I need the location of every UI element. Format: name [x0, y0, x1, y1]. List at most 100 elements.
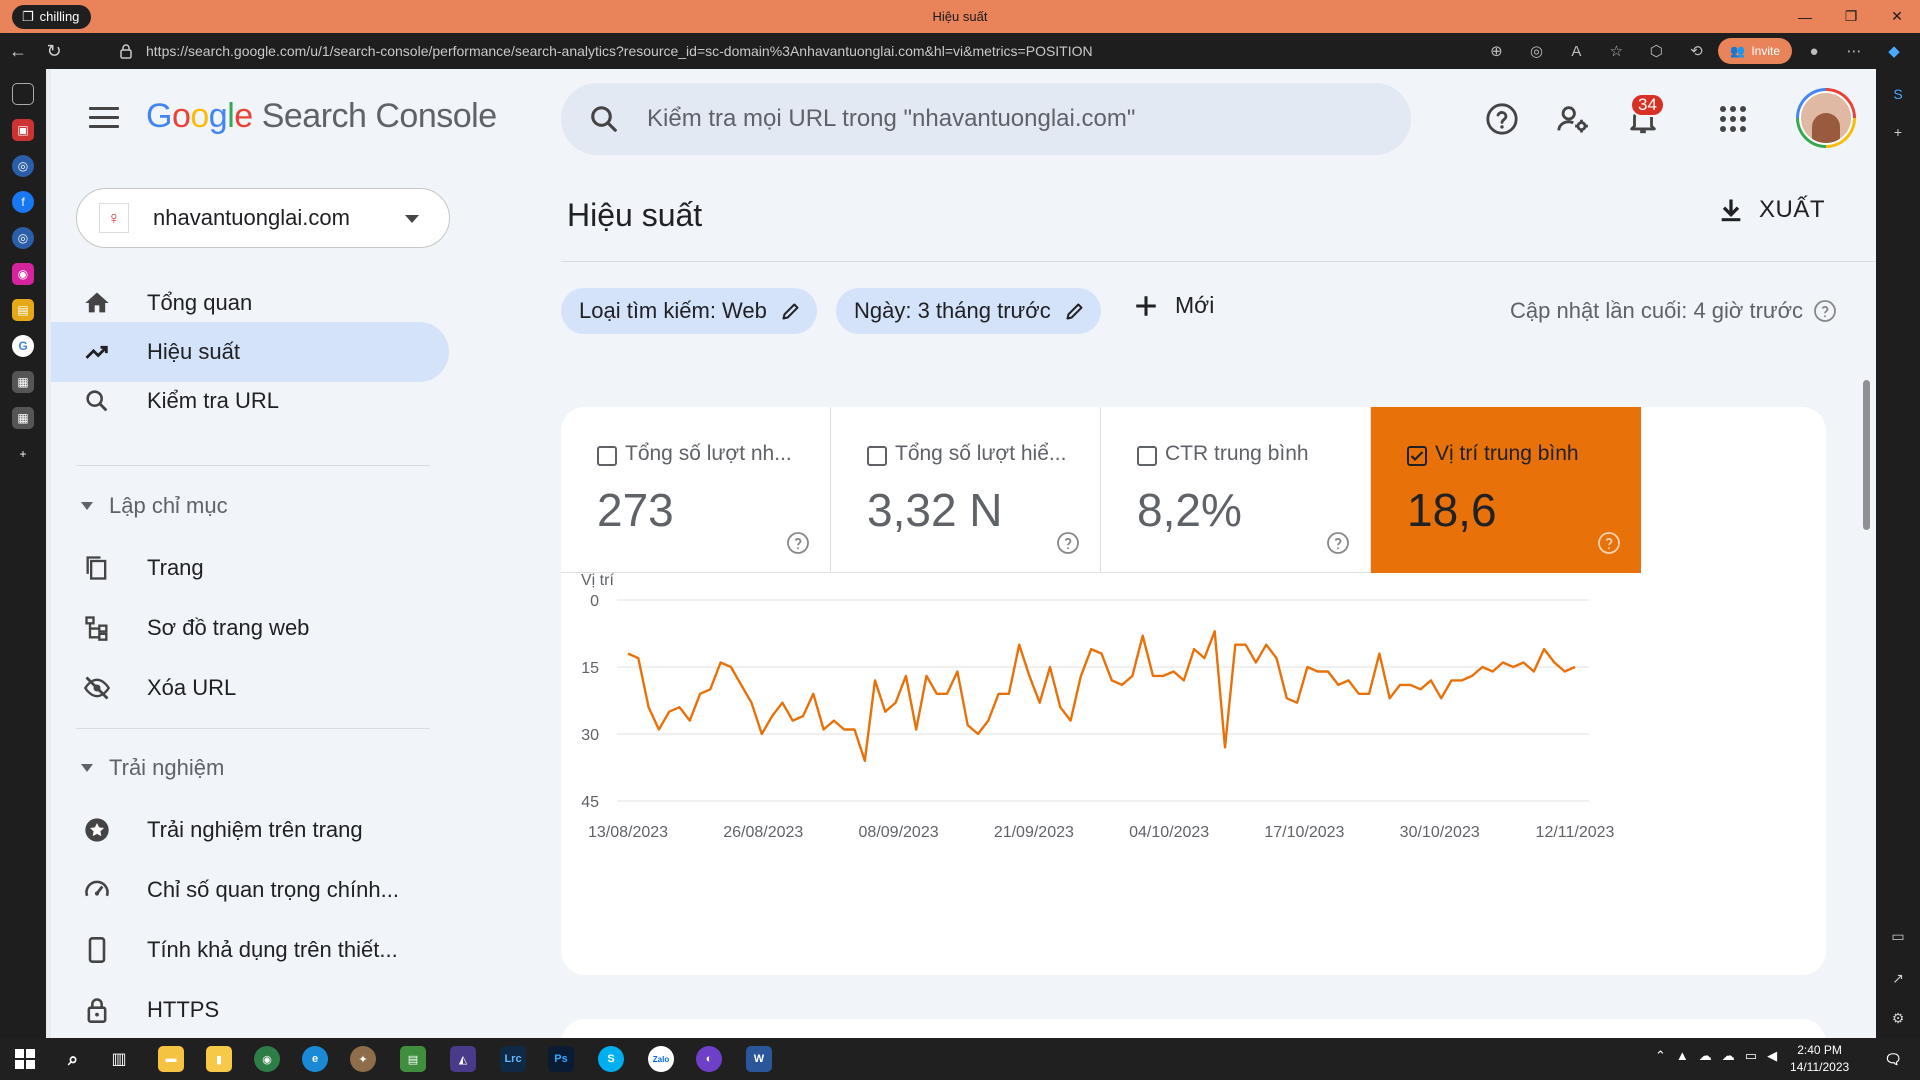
add-tab-icon[interactable]: + — [12, 443, 34, 465]
zalo-icon[interactable]: Zalo — [648, 1046, 674, 1072]
more-icon[interactable]: ⋯ — [1836, 33, 1872, 69]
sidebar-section-indexing[interactable]: Lập chỉ mục — [81, 493, 228, 519]
history-icon[interactable]: ⟲ — [1678, 33, 1714, 69]
sticky-notes-icon[interactable]: ▮ — [206, 1046, 232, 1072]
app-icon[interactable]: ✦ — [350, 1046, 376, 1072]
help-icon[interactable] — [1482, 99, 1522, 139]
chevron-up-icon[interactable]: ⌃ — [1655, 1048, 1666, 1064]
sidebar-item-https[interactable]: HTTPS — [51, 980, 449, 1038]
filter-chip-search-type[interactable]: Loại tìm kiếm: Web — [561, 288, 817, 334]
checkbox[interactable] — [867, 446, 887, 466]
google-icon[interactable]: G — [12, 335, 34, 357]
restore-icon[interactable]: ❐ — [1828, 0, 1874, 33]
extensions-icon[interactable]: ⬡ — [1638, 33, 1674, 69]
help-icon[interactable] — [1597, 531, 1621, 555]
checkbox[interactable] — [1137, 446, 1157, 466]
metric-average-position[interactable]: Vị trí trung bình 18,6 — [1371, 407, 1641, 573]
minimize-icon[interactable]: — — [1782, 0, 1828, 33]
read-aloud-icon[interactable]: A — [1558, 33, 1594, 69]
file-explorer-icon[interactable]: ▬ — [158, 1046, 184, 1072]
refresh-icon[interactable]: ↻ — [36, 33, 72, 69]
filter-chip-date[interactable]: Ngày: 3 tháng trước — [836, 288, 1101, 334]
profile-button[interactable]: ❐ chilling — [12, 4, 92, 29]
open-external-icon[interactable]: ↗ — [1887, 967, 1909, 989]
notification-center-icon[interactable]: 🗨 — [1880, 1046, 1906, 1072]
checkbox[interactable] — [597, 446, 617, 466]
sidebar-item-page-experience[interactable]: Trải nghiệm trên trang — [51, 800, 449, 860]
help-icon[interactable] — [1326, 531, 1350, 555]
sidebar-item-core-web-vitals[interactable]: Chỉ số quan trọng chính... — [51, 860, 449, 920]
app-icon[interactable]: ◭ — [450, 1046, 476, 1072]
cloud-icon[interactable]: ☁ — [1699, 1048, 1712, 1064]
profile-avatar-icon[interactable]: ● — [1796, 33, 1832, 69]
add-icon[interactable]: + — [1887, 121, 1909, 143]
skype-icon[interactable]: S — [1887, 83, 1909, 105]
sidebar-item-url-inspection[interactable]: Kiểm tra URL — [51, 371, 449, 431]
checkbox-checked-icon[interactable] — [1407, 446, 1427, 466]
network-icon[interactable]: ▭ — [1745, 1048, 1757, 1064]
sidebar-item-pages[interactable]: Trang — [51, 538, 449, 598]
word-icon[interactable]: W — [746, 1046, 772, 1072]
edge-profile-icon[interactable]: ◉ — [254, 1046, 280, 1072]
phone-icon — [88, 937, 106, 963]
tab-actions-icon[interactable] — [12, 83, 34, 105]
page-scrollbar[interactable] — [1861, 364, 1871, 1024]
drive-icon[interactable]: ▲ — [1676, 1048, 1689, 1064]
settings-icon[interactable]: ⚙ — [1887, 1007, 1909, 1029]
search-console-logo[interactable]: Google Search Console — [146, 97, 497, 136]
lightroom-icon[interactable]: Lrc — [500, 1046, 526, 1072]
back-icon[interactable]: ← — [0, 33, 36, 69]
pinned-tab-icon[interactable]: ▦ — [12, 407, 34, 429]
property-selector[interactable]: ♀ nhavantuonglai.com — [76, 188, 450, 248]
help-icon[interactable] — [786, 531, 810, 555]
gauge-icon — [85, 880, 109, 897]
pinned-tab-icon[interactable]: ▤ — [12, 299, 34, 321]
windows-start-icon[interactable] — [12, 1046, 38, 1072]
cloud-icon[interactable]: ☁ — [1722, 1048, 1735, 1064]
scrollbar-thumb[interactable] — [1863, 380, 1870, 530]
help-icon[interactable] — [1056, 531, 1080, 555]
invite-button[interactable]: 👥 Invite — [1718, 38, 1792, 64]
user-settings-icon[interactable] — [1553, 99, 1593, 139]
export-button[interactable]: XUẤT — [1717, 195, 1825, 225]
notepad-icon[interactable]: ▤ — [400, 1046, 426, 1072]
pinned-tab-icon[interactable]: ▣ — [12, 119, 34, 141]
search-icon[interactable]: ⌕ — [60, 1046, 86, 1072]
github-icon[interactable]: ◐ — [696, 1046, 722, 1072]
metric-total-impressions[interactable]: Tổng số lượt hiể... 3,32 N — [831, 407, 1101, 573]
split-icon[interactable]: ▭ — [1887, 925, 1909, 947]
url-field[interactable]: https://search.google.com/u/1/search-con… — [108, 37, 1428, 65]
pinned-tab-icon[interactable]: ◎ — [12, 227, 34, 249]
menu-icon[interactable] — [89, 107, 119, 131]
y-tick-label: 45 — [581, 794, 599, 811]
sidebar-item-mobile-usability[interactable]: Tính khả dụng trên thiết... — [51, 920, 449, 980]
sidebar-section-experience[interactable]: Trải nghiệm — [81, 755, 224, 781]
close-icon[interactable]: ✕ — [1874, 0, 1920, 33]
system-clock[interactable]: 2:40 PM 14/11/2023 — [1790, 1042, 1849, 1076]
photoshop-icon[interactable]: Ps — [548, 1046, 574, 1072]
facebook-icon[interactable]: f — [12, 191, 34, 213]
pinned-tab-icon[interactable]: ◎ — [12, 155, 34, 177]
task-view-icon[interactable]: ▥ — [106, 1046, 132, 1072]
pinned-tab-icon[interactable]: ▦ — [12, 371, 34, 393]
instagram-icon[interactable]: ◉ — [12, 263, 34, 285]
edge-icon[interactable]: e — [302, 1046, 328, 1072]
zoom-icon[interactable]: ⊕ — [1478, 33, 1514, 69]
favorite-icon[interactable]: ☆ — [1598, 33, 1634, 69]
eye-off-icon — [83, 676, 111, 700]
apps-grid-icon[interactable] — [1713, 99, 1753, 139]
address-bar: ← ↻ https://search.google.com/u/1/search… — [0, 33, 1920, 69]
volume-icon[interactable]: ◀ — [1767, 1048, 1777, 1064]
copilot-icon[interactable]: ◆ — [1876, 33, 1912, 69]
url-inspection-search[interactable]: Kiểm tra mọi URL trong "nhavantuonglai.c… — [561, 83, 1411, 155]
tracking-icon[interactable]: ◎ — [1518, 33, 1554, 69]
browser-titlebar: ❐ chilling Hiệu suất — ❐ ✕ — [0, 0, 1920, 33]
account-avatar[interactable] — [1796, 88, 1856, 148]
metric-total-clicks[interactable]: Tổng số lượt nh... 273 — [561, 407, 831, 573]
add-filter-button[interactable]: Mới — [1133, 292, 1214, 319]
help-icon[interactable] — [1813, 299, 1837, 323]
sidebar-item-sitemaps[interactable]: Sơ đồ trang web — [51, 598, 449, 658]
metric-average-ctr[interactable]: CTR trung bình 8,2% — [1101, 407, 1371, 573]
sidebar-item-removals[interactable]: Xóa URL — [51, 658, 449, 718]
skype-icon[interactable]: S — [598, 1046, 624, 1072]
